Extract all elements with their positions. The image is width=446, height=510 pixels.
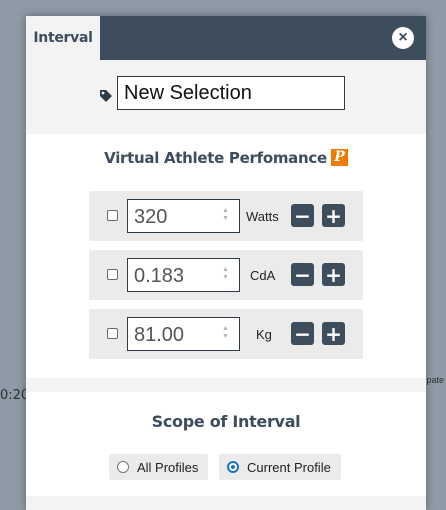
cda-unit: CdA xyxy=(250,268,276,283)
kg-plus-button[interactable]: + xyxy=(322,322,345,345)
watts-row: 320 ▲ ▼ Watts − + xyxy=(89,191,363,241)
background-axis-label: 0:20 xyxy=(0,388,30,403)
kg-unit: Kg xyxy=(256,327,272,342)
watts-value: 320 xyxy=(134,206,168,228)
all-profiles-option[interactable]: All Profiles xyxy=(109,454,209,480)
current-profile-radio[interactable] xyxy=(227,461,239,473)
interval-dialog: Interval × Virtual Athlete PerfomanceP 3… xyxy=(26,16,426,510)
performance-title-text: Virtual Athlete Perfomance xyxy=(104,149,327,167)
watts-input[interactable]: 320 ▲ ▼ xyxy=(127,199,240,233)
background-axis-label-right: pate xyxy=(426,375,444,385)
cda-checkbox[interactable] xyxy=(107,269,118,280)
cda-plus-button[interactable]: + xyxy=(322,263,345,286)
kg-spinner-icon[interactable]: ▲ ▼ xyxy=(222,325,229,343)
cda-value: 0.183 xyxy=(134,265,185,287)
section-divider xyxy=(26,378,426,392)
cda-spinner-icon[interactable]: ▲ ▼ xyxy=(222,266,229,284)
kg-checkbox[interactable] xyxy=(107,328,118,339)
cda-row: 0.183 ▲ ▼ CdA − + xyxy=(89,250,363,300)
kg-minus-button[interactable]: − xyxy=(291,322,314,345)
current-profile-option[interactable]: Current Profile xyxy=(219,454,341,480)
watts-spinner-icon[interactable]: ▲ ▼ xyxy=(222,207,229,225)
scope-title: Scope of Interval xyxy=(151,412,301,431)
performance-section: Virtual Athlete Perfomance P 320 ▲ ▼ Watts… xyxy=(26,134,426,378)
current-profile-label: Current Profile xyxy=(247,459,331,475)
watts-plus-button[interactable]: + xyxy=(322,204,345,227)
all-profiles-radio[interactable] xyxy=(117,461,129,473)
kg-value: 81.00 xyxy=(134,324,185,346)
close-icon[interactable]: × xyxy=(392,27,414,49)
watts-checkbox[interactable] xyxy=(107,210,118,221)
cda-input[interactable]: 0.183 ▲ ▼ xyxy=(127,258,240,292)
dialog-header: Interval × xyxy=(26,16,426,60)
kg-row: 81.00 ▲ ▼ Kg − + xyxy=(89,309,363,359)
selection-name-input[interactable] xyxy=(117,76,345,110)
all-profiles-label: All Profiles xyxy=(137,459,199,475)
cda-minus-button[interactable]: − xyxy=(291,263,314,286)
kg-input[interactable]: 81.00 ▲ ▼ xyxy=(127,317,240,351)
performance-title: Virtual Athlete Perfomance P xyxy=(26,149,426,167)
performance-badge: P xyxy=(330,149,348,166)
watts-unit: Watts xyxy=(246,209,279,224)
bottom-strip xyxy=(26,496,426,510)
tag-icon xyxy=(100,90,112,102)
tab-interval[interactable]: Interval xyxy=(26,16,100,60)
scope-section: Scope of Interval All Profiles Current P… xyxy=(26,392,426,496)
watts-minus-button[interactable]: − xyxy=(291,204,314,227)
name-section xyxy=(26,60,426,134)
